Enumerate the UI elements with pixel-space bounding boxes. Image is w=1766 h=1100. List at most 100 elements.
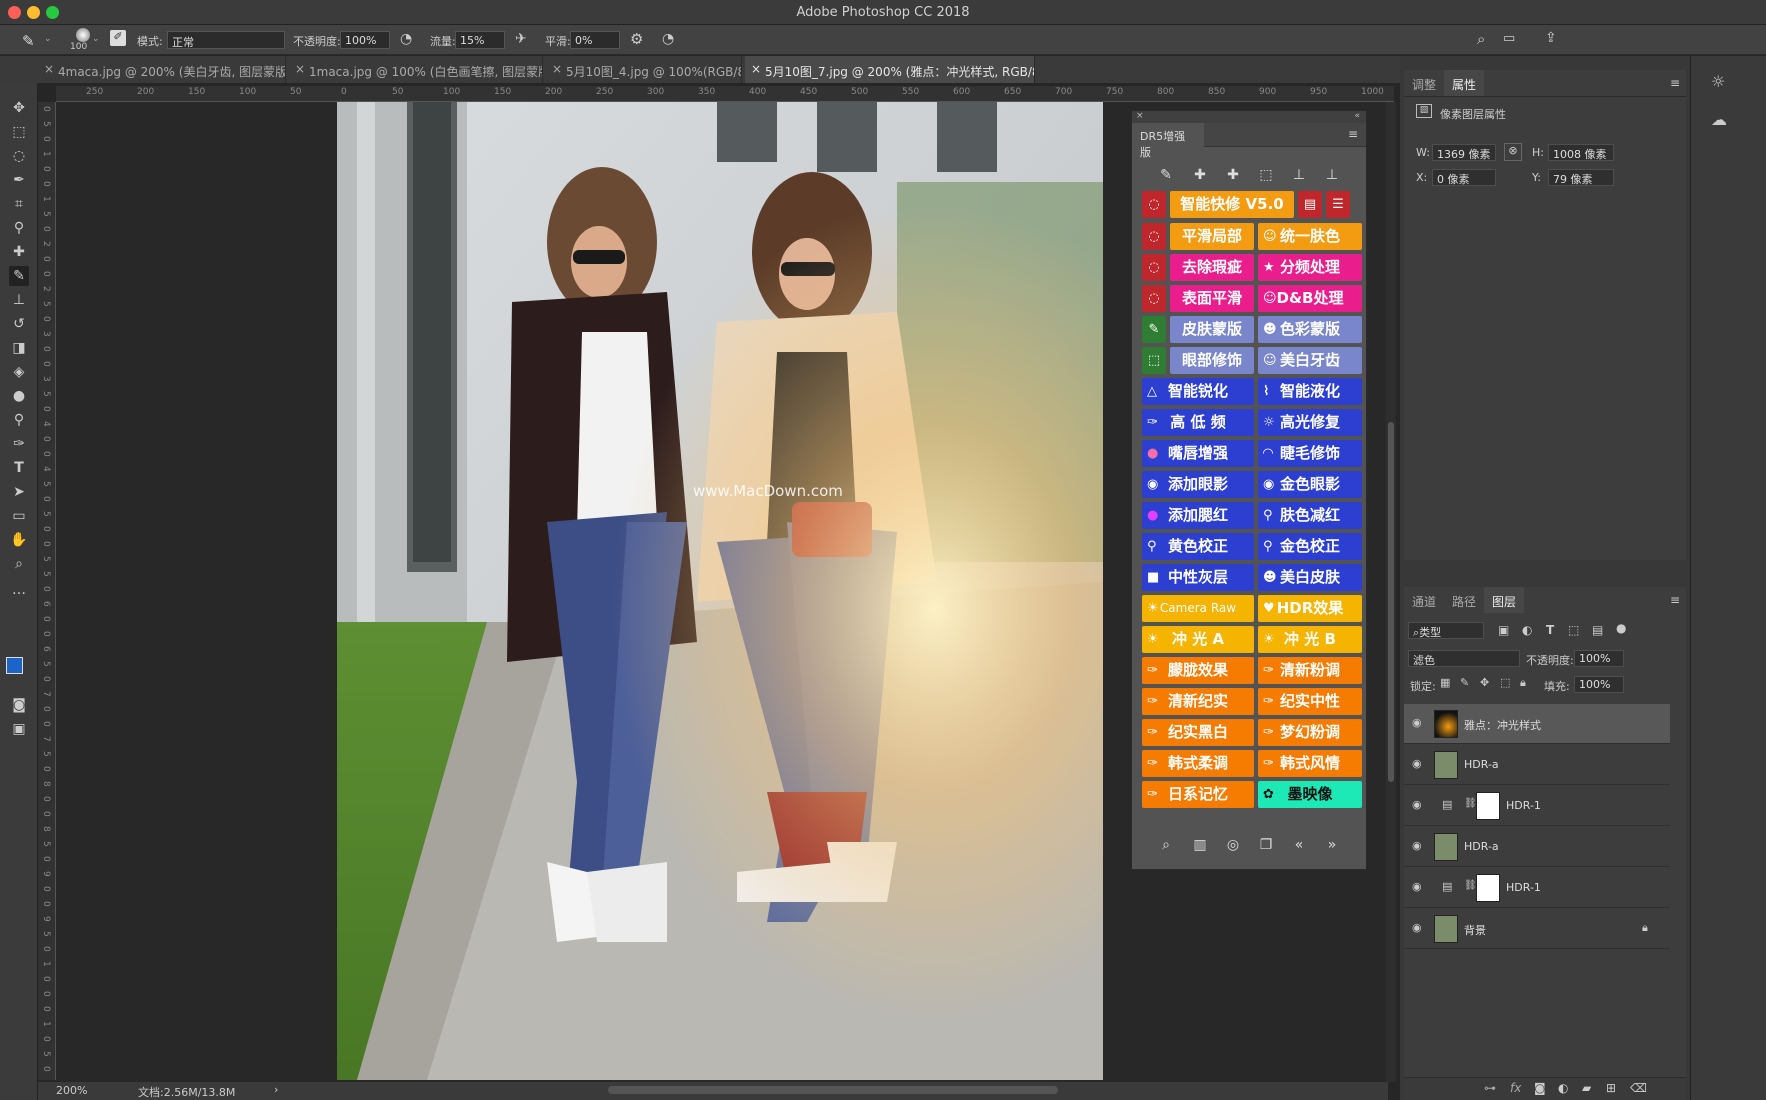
color-mask-button[interactable]: ☻ 色彩蒙版: [1258, 316, 1362, 343]
search-icon[interactable]: ⌕: [1477, 30, 1485, 48]
tab-properties[interactable]: 属性: [1444, 70, 1485, 96]
brush-icon[interactable]: ✎: [1142, 316, 1166, 343]
chevron-down-icon[interactable]: ⌄: [92, 34, 100, 44]
document-image[interactable]: www.MacDown.com: [337, 102, 1103, 1080]
eraser-tool-icon[interactable]: ◨: [9, 338, 29, 358]
layer-row[interactable]: ◉ ▤ ⛓︎ HDR-1: [1404, 786, 1670, 826]
lock-artboard-icon[interactable]: ⬚: [1500, 676, 1510, 689]
link-layers-icon[interactable]: ⊶: [1484, 1081, 1496, 1095]
smart-quick-fix-button[interactable]: 智能快修 V5.0: [1170, 191, 1294, 218]
selection-icon[interactable]: ⬚: [1142, 347, 1166, 374]
haze-effect-button[interactable]: ✑ 朦胧效果: [1142, 657, 1254, 684]
new-adjustment-icon[interactable]: ◐: [1558, 1081, 1568, 1095]
lock-all-icon[interactable]: 🔒︎: [1520, 676, 1526, 690]
tab-5yue10tu-7[interactable]: × 5月10图_7.jpg @ 200% (雅点：冲光样式, RGB/8#) *: [745, 56, 1035, 83]
lock-position-icon[interactable]: ✥: [1480, 676, 1489, 689]
filter-toggle-icon[interactable]: ●: [1616, 621, 1626, 635]
flare-a-button[interactable]: ☀ 冲 光 A: [1142, 626, 1254, 653]
mode-select[interactable]: 正常: [167, 31, 285, 49]
chevron-down-icon[interactable]: ⌄: [44, 34, 52, 44]
chevron-left-icon[interactable]: «: [1287, 833, 1311, 857]
eye-icon[interactable]: ◉: [1412, 839, 1426, 853]
y-input[interactable]: 79 像素: [1548, 169, 1614, 186]
canvas-scrollbar[interactable]: [1386, 102, 1396, 1082]
lock-transparent-icon[interactable]: ▦: [1440, 676, 1450, 689]
selection-icon[interactable]: ⬚: [1254, 163, 1278, 187]
zoom-level[interactable]: 200%: [56, 1084, 87, 1097]
pen-tool-icon[interactable]: ✑: [9, 434, 29, 454]
new-group-icon[interactable]: ▰: [1582, 1081, 1591, 1095]
highlight-repair-button[interactable]: ☼ 高光修复: [1258, 409, 1362, 436]
tab-layers[interactable]: 图层: [1484, 587, 1525, 613]
filter-shape-icon[interactable]: ⬚: [1568, 623, 1579, 637]
tab-adjustments[interactable]: 调整: [1404, 70, 1444, 96]
search-icon[interactable]: ⌕: [1154, 833, 1178, 857]
layer-row[interactable]: ◉ 雅点：冲光样式: [1404, 704, 1670, 744]
eye-icon[interactable]: ◉: [1412, 757, 1426, 771]
smooth-local-button[interactable]: 平滑局部: [1170, 223, 1254, 250]
add-eyeshadow-button[interactable]: ◉ 添加眼影: [1142, 471, 1254, 498]
zoom-tool-icon[interactable]: ⌕: [9, 554, 29, 574]
close-icon[interactable]: ×: [44, 62, 54, 76]
pressure-size-icon[interactable]: ◔: [662, 31, 674, 47]
eye-retouch-button[interactable]: 眼部修饰: [1170, 347, 1254, 374]
lip-enhance-button[interactable]: ● 嘴唇增强: [1142, 440, 1254, 467]
link-icon[interactable]: ⛓︎: [1464, 798, 1477, 809]
fresh-pink-button[interactable]: ✑ 清新粉调: [1258, 657, 1362, 684]
eyelash-retouch-button[interactable]: ◠ 睫毛修饰: [1258, 440, 1362, 467]
eye-icon[interactable]: ◉: [1412, 921, 1426, 935]
dr5-title[interactable]: DR5增强版: [1132, 123, 1204, 159]
brush-tool-icon[interactable]: ✎: [9, 266, 29, 286]
tab-5yue10tu-4[interactable]: × 5月10图_4.jpg @ 100%(RGB/8#): [546, 56, 742, 83]
bandage-icon[interactable]: ✚: [1221, 163, 1245, 187]
fill-input[interactable]: 100%: [1574, 676, 1624, 693]
gear-icon[interactable]: ⚙: [630, 30, 643, 48]
layer-row[interactable]: ◉ HDR-a: [1404, 745, 1670, 785]
smart-liquify-button[interactable]: ⌇ 智能液化: [1258, 378, 1362, 405]
japanese-memory-button[interactable]: ✑ 日系记忆: [1142, 781, 1254, 808]
filter-adjust-icon[interactable]: ◐: [1522, 623, 1532, 637]
gold-eyeshadow-button[interactable]: ◉ 金色眼影: [1258, 471, 1362, 498]
lasso-icon[interactable]: ◌: [1142, 254, 1166, 281]
close-icon[interactable]: ×: [552, 62, 562, 76]
layer-mask-thumbnail[interactable]: [1476, 874, 1500, 902]
move-tool-icon[interactable]: ✥: [9, 98, 29, 118]
history-brush-tool-icon[interactable]: ↺: [9, 314, 29, 334]
copy-icon[interactable]: ❐: [1254, 833, 1278, 857]
smart-sharpen-button[interactable]: △ 智能锐化: [1142, 378, 1254, 405]
eye-icon[interactable]: ◉: [1412, 716, 1426, 730]
korean-soft-button[interactable]: ✑ 韩式柔调: [1142, 750, 1254, 777]
lock-pixels-icon[interactable]: ✎: [1460, 676, 1469, 689]
lasso-icon[interactable]: ◌: [1142, 191, 1166, 218]
hdr-effect-button[interactable]: ♥ HDR效果: [1258, 595, 1362, 622]
opacity-input[interactable]: 100%: [340, 31, 390, 49]
pressure-opacity-icon[interactable]: ◔: [400, 31, 412, 47]
collapse-icon[interactable]: «: [1354, 111, 1360, 121]
lasso-tool-icon[interactable]: ◌: [9, 146, 29, 166]
width-input[interactable]: 1369 像素: [1432, 144, 1496, 161]
scroll-thumb[interactable]: [1388, 422, 1394, 782]
whiten-skin-button[interactable]: ☻ 美白皮肤: [1258, 564, 1362, 591]
layers-icon[interactable]: ▤: [1298, 191, 1322, 218]
fresh-documentary-button[interactable]: ✑ 清新纪实: [1142, 688, 1254, 715]
marquee-tool-icon[interactable]: ⬚: [9, 122, 29, 142]
flow-input[interactable]: 15%: [455, 31, 505, 49]
tab-channels[interactable]: 通道: [1404, 587, 1444, 613]
paint-bucket-tool-icon[interactable]: ◈: [9, 362, 29, 382]
link-icon[interactable]: ⛓︎: [1464, 880, 1477, 891]
workspace-icon[interactable]: ▭: [1503, 31, 1515, 46]
high-low-freq-button[interactable]: ✑ 高 低 频: [1142, 409, 1254, 436]
stamp-dual-icon[interactable]: ⊥: [1320, 163, 1344, 187]
filter-pixel-icon[interactable]: ▣: [1498, 623, 1509, 637]
eye-icon[interactable]: ◉: [1412, 798, 1426, 812]
gold-correct-button[interactable]: ⚲ 金色校正: [1258, 533, 1362, 560]
camera-raw-button[interactable]: ☀ Camera Raw: [1142, 595, 1254, 622]
layer-row[interactable]: ◉ ▤ ⛓︎ HDR-1: [1404, 868, 1670, 908]
blur-tool-icon[interactable]: ●: [9, 386, 29, 406]
link-icon[interactable]: ⊗: [1504, 143, 1522, 161]
unify-skin-button[interactable]: ☺ 统一肤色: [1258, 223, 1362, 250]
brush-preset-preview[interactable]: [76, 28, 90, 42]
creative-cloud-icon[interactable]: ☁: [1711, 110, 1727, 129]
filter-smart-icon[interactable]: ▤: [1592, 623, 1603, 637]
close-icon[interactable]: ×: [1136, 111, 1144, 121]
